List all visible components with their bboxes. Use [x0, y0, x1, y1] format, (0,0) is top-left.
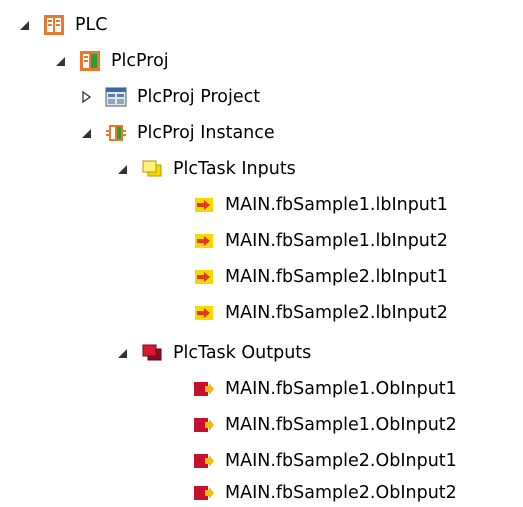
- input-variable-icon: [193, 302, 215, 324]
- input-variable-icon: [193, 230, 215, 252]
- tree-leaf-input[interactable]: MAIN.fbSample1.lbInput1: [193, 187, 448, 223]
- project-window-icon: [105, 86, 127, 108]
- input-folder-icon: [141, 158, 163, 180]
- variable-label: MAIN.fbSample2.ObInput2: [225, 483, 457, 503]
- variable-label: MAIN.fbSample1.ObInput2: [225, 415, 457, 435]
- tree-leaf-output[interactable]: MAIN.fbSample2.ObInput2: [193, 475, 457, 507]
- variable-label: MAIN.fbSample2.lbInput2: [225, 303, 448, 323]
- variable-label: MAIN.fbSample1.lbInput2: [225, 231, 448, 251]
- expanded-arrow-icon[interactable]: [15, 7, 33, 43]
- tree-leaf-input[interactable]: MAIN.fbSample1.lbInput2: [193, 223, 448, 259]
- tree-node-plcproj-project[interactable]: PlcProj Project: [77, 79, 260, 115]
- input-variable-icon: [193, 266, 215, 288]
- tree-leaf-input[interactable]: MAIN.fbSample2.lbInput1: [193, 259, 448, 295]
- tree-node-plc[interactable]: PLC: [15, 7, 108, 43]
- tree-node-label: PlcTask Outputs: [173, 343, 312, 363]
- tree-leaf-output[interactable]: MAIN.fbSample2.ObInput1: [193, 443, 457, 479]
- input-variable-icon: [193, 194, 215, 216]
- tree-node-plcproj[interactable]: PlcProj: [51, 43, 169, 79]
- variable-label: MAIN.fbSample1.lbInput1: [225, 195, 448, 215]
- output-variable-icon: [193, 414, 215, 436]
- plc-icon: [43, 14, 65, 36]
- solution-tree: PLC PlcProj PlcProj Project PlcProj Inst…: [0, 0, 523, 507]
- tree-node-plctask-inputs[interactable]: PlcTask Inputs: [113, 151, 296, 187]
- variable-label: MAIN.fbSample2.ObInput1: [225, 451, 457, 471]
- tree-leaf-output[interactable]: MAIN.fbSample1.ObInput2: [193, 407, 457, 443]
- tree-leaf-input[interactable]: MAIN.fbSample2.lbInput2: [193, 295, 448, 331]
- tree-leaf-output[interactable]: MAIN.fbSample1.ObInput1: [193, 371, 457, 407]
- output-folder-icon: [141, 342, 163, 364]
- variable-label: MAIN.fbSample1.ObInput1: [225, 379, 457, 399]
- output-variable-icon: [193, 482, 215, 504]
- collapsed-arrow-icon[interactable]: [77, 79, 95, 115]
- tree-node-plcproj-instance[interactable]: PlcProj Instance: [77, 115, 275, 151]
- expanded-arrow-icon[interactable]: [77, 115, 95, 151]
- variable-label: MAIN.fbSample2.lbInput1: [225, 267, 448, 287]
- plc-project-icon: [79, 50, 101, 72]
- plc-instance-icon: [105, 122, 127, 144]
- tree-node-plctask-outputs[interactable]: PlcTask Outputs: [113, 335, 311, 371]
- expanded-arrow-icon[interactable]: [113, 335, 131, 371]
- tree-node-label: PlcProj: [111, 51, 169, 71]
- expanded-arrow-icon[interactable]: [113, 151, 131, 187]
- output-variable-icon: [193, 378, 215, 400]
- expanded-arrow-icon[interactable]: [51, 43, 69, 79]
- tree-node-label: PLC: [75, 15, 108, 35]
- tree-node-label: PlcProj Instance: [137, 123, 275, 143]
- output-variable-icon: [193, 450, 215, 472]
- tree-node-label: PlcTask Inputs: [173, 159, 296, 179]
- tree-node-label: PlcProj Project: [137, 87, 261, 107]
